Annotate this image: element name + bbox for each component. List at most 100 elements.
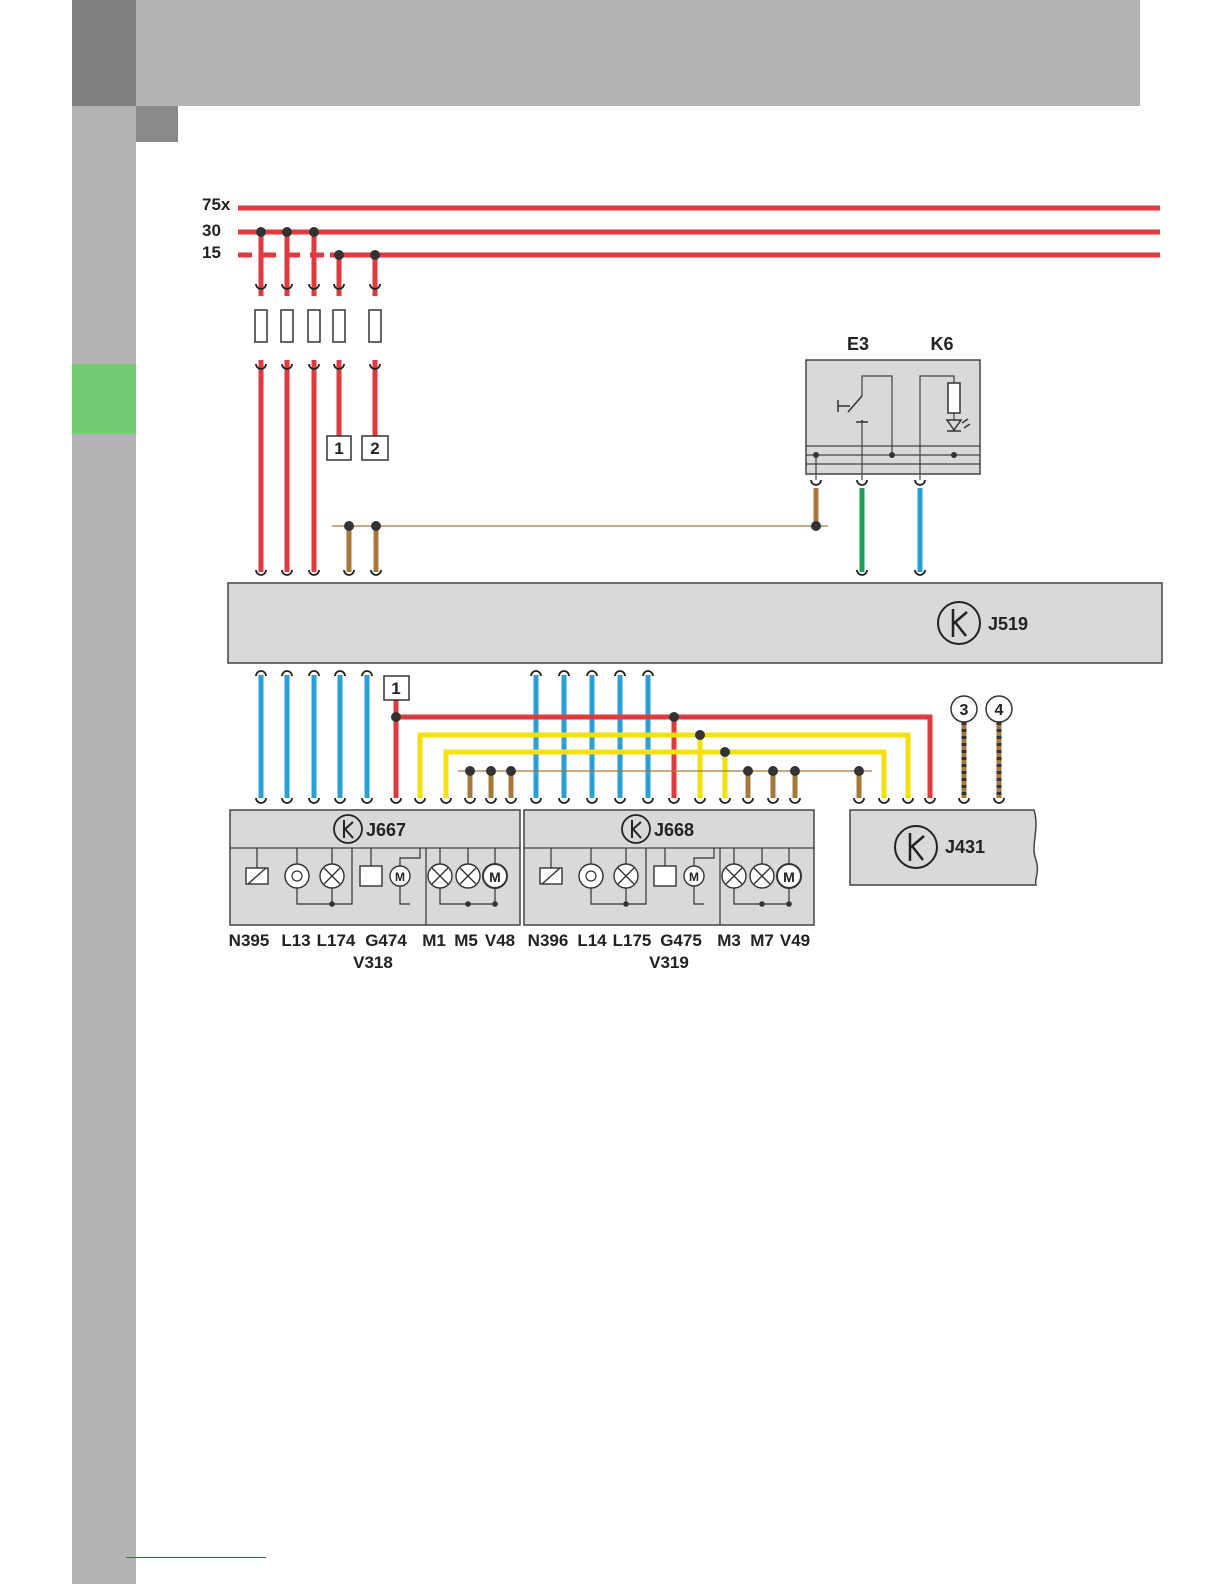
svg-text:3: 3 [960,702,969,719]
component-label: N396 [528,931,569,950]
junction-dot [720,747,730,757]
connector-pin [334,797,346,804]
component-label: M7 [750,931,774,950]
connection-ref-1: 1 [383,675,410,701]
connector-pin [464,797,476,804]
fuse-icon [254,309,268,343]
component-label: L174 [317,931,356,950]
junction-dot [486,766,496,776]
connector-pin [878,797,890,804]
position-sensor-icon [653,865,677,887]
main-module-label: J519 [988,614,1028,634]
connector-pin [485,797,497,804]
connector-pin [558,797,570,804]
svg-text:4: 4 [995,702,1004,719]
circled-ref-3: 3 [950,695,978,723]
component-label: G474 [365,931,407,950]
junction-dot [669,712,679,722]
component-label: V48 [485,931,515,950]
internal-junction [623,901,629,907]
connector-pin [789,797,801,804]
connector-pin [614,797,626,804]
door-module-right-label: J668 [654,820,694,840]
connector-pin [902,797,914,804]
connector-pin [853,797,865,804]
connector-pin [505,797,517,804]
internal-junction [759,901,765,907]
connector-pin [694,797,706,804]
junction-dot [743,766,753,776]
connector-pin [914,479,926,486]
motor-icon-letter: M [783,869,795,885]
internal-junction [465,901,471,907]
internal-junction [786,901,792,907]
switch-panel-left-label: E3 [847,334,869,354]
junction-dot [695,730,705,740]
component-label: G475 [660,931,702,950]
junction-dot [506,766,516,776]
connector-pin [414,797,426,804]
fuse-output-ref-2: 2 [361,435,389,461]
junction-dot [768,766,778,776]
svg-text:2: 2 [370,439,379,458]
headlight-unit-label: J431 [945,837,985,857]
component-label: M5 [454,931,478,950]
connector-pin [668,797,680,804]
motor-icon-letter: M [395,870,405,884]
fuse-icon [280,309,294,343]
connector-pin [924,797,936,804]
main-module: J519 [227,582,1163,664]
resistor-symbol [947,382,961,414]
door-module-left-label: J667 [366,820,406,840]
internal-junction [329,901,335,907]
connector-pin [958,797,970,804]
sensor-icon [578,863,604,889]
connector-pin [742,797,754,804]
component-label: V318 [353,953,393,972]
connector-pin [719,797,731,804]
connector-pin [281,797,293,804]
connector-pin [642,797,654,804]
door-supply-wire [396,714,933,798]
junction-dot [371,521,381,531]
junction-dot [811,521,821,531]
rail-label-15: 15 [202,243,221,262]
junction-dot [344,521,354,531]
junction-dot [282,227,292,237]
component-label: L175 [613,931,652,950]
connector-pin [390,797,402,804]
motor-icon-letter: M [689,870,699,884]
svg-text:1: 1 [334,439,343,458]
component-label: N395 [229,931,270,950]
connector-pin [767,797,779,804]
fuse-icon [307,309,321,343]
junction-dot [334,250,344,260]
fuse-icon [332,309,346,343]
junction-dot [370,250,380,260]
fuse-icon [368,309,382,343]
svg-text:1: 1 [391,679,400,698]
connector-pin [530,797,542,804]
component-label: M1 [422,931,446,950]
position-sensor-icon [359,865,383,887]
wiring-diagram: E3 K6 J519 J667 J668 J431 M M M M 75x 30… [202,195,1163,972]
junction-dot [854,766,864,776]
motor-icon-letter: M [489,869,501,885]
switch-panel: E3 K6 [805,334,981,480]
junction-dot [790,766,800,776]
fuse-output-ref-1: 1 [326,435,352,461]
switch-panel-right-label: K6 [930,334,953,354]
junction-dot [309,227,319,237]
component-label: M3 [717,931,741,950]
connector-pin [856,479,868,486]
circled-ref-4: 4 [985,695,1013,723]
connector-pin [810,479,822,486]
junction-dot [391,712,401,722]
wires-layer [238,205,1160,798]
component-label: V49 [780,931,810,950]
connector-pin [993,797,1005,804]
junction-dot [256,227,266,237]
connector-pin [308,797,320,804]
junction-dot [465,766,475,776]
connector-pin [255,797,267,804]
